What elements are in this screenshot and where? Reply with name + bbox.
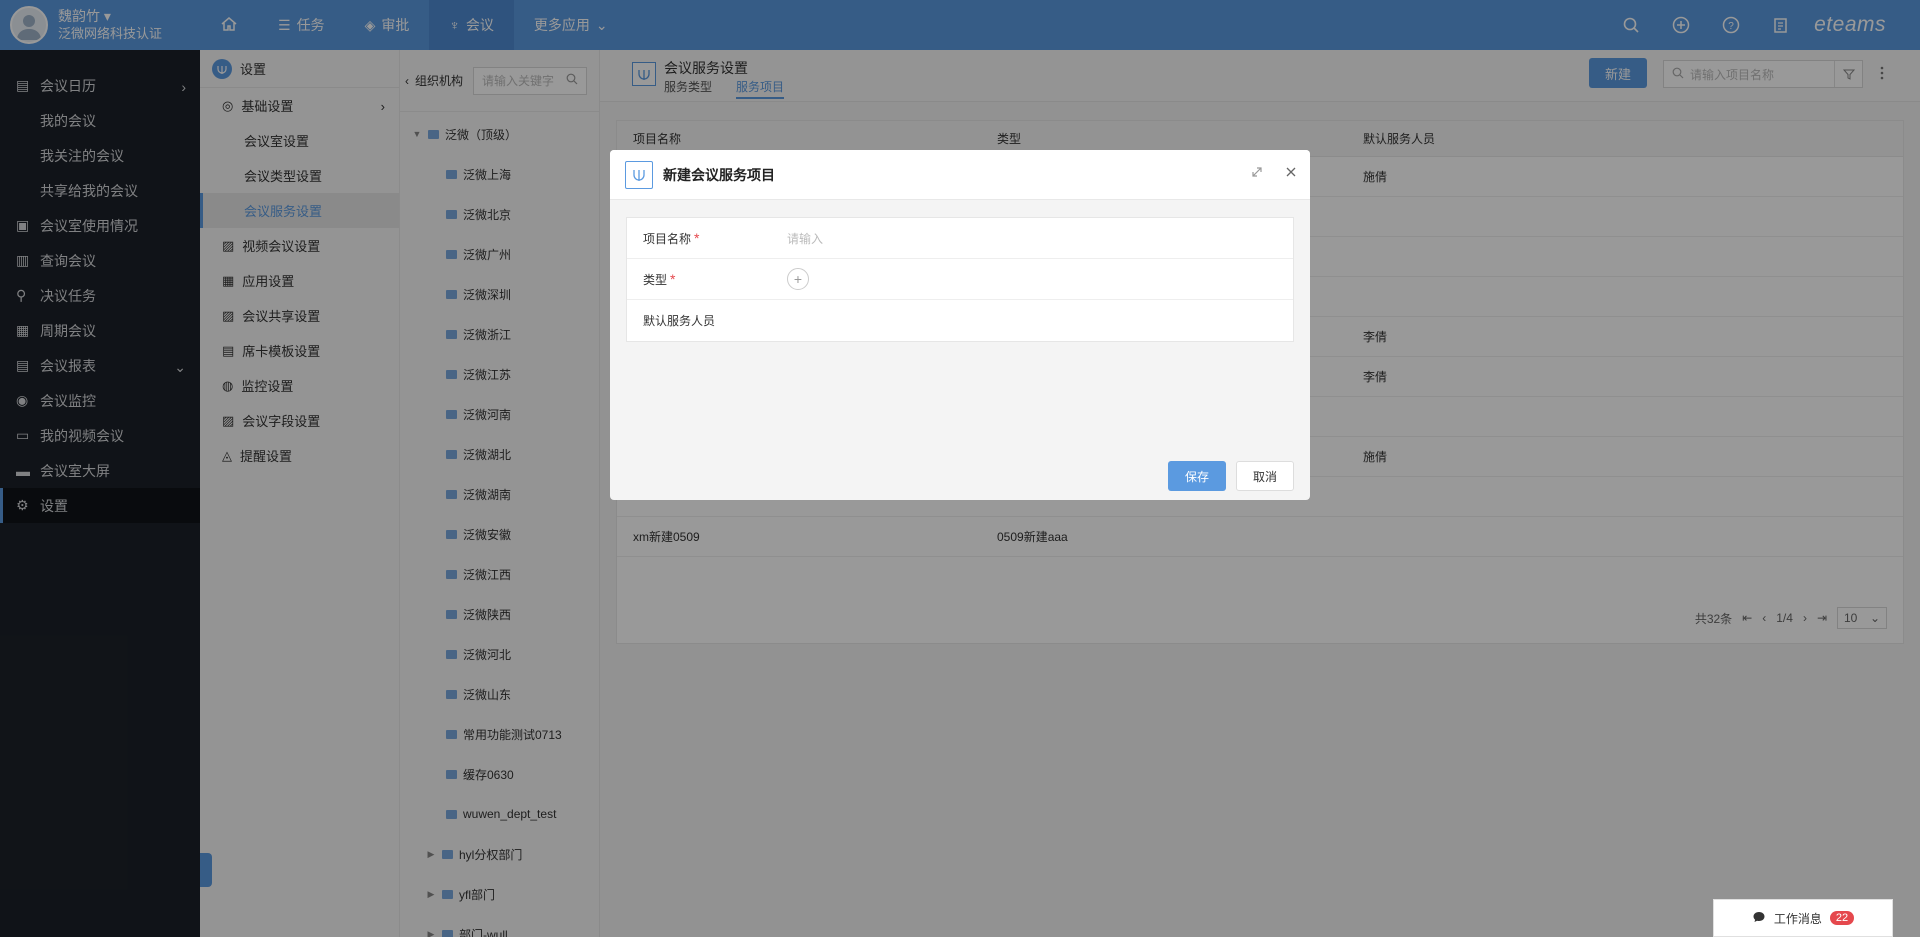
add-type-button[interactable]: + — [787, 268, 809, 290]
unread-badge: 22 — [1829, 911, 1855, 925]
save-button[interactable]: 保存 — [1168, 461, 1226, 491]
form-row-default-staff: 默认服务人员 — [627, 300, 1293, 341]
dialog-title: 新建会议服务项目 — [663, 166, 775, 183]
meeting-icon — [625, 160, 653, 189]
expand-icon[interactable] — [1250, 165, 1264, 182]
required-mark: * — [670, 270, 676, 287]
plus-icon: + — [793, 271, 803, 287]
dialog-form: 项目名称 * 请输入 类型 * + 默认服务人员 — [626, 217, 1294, 342]
default-staff-input[interactable] — [787, 301, 1293, 341]
field-label: 默认服务人员 — [643, 314, 716, 328]
required-mark: * — [694, 229, 700, 246]
new-service-item-dialog: 新建会议服务项目 项目名称 * 请输入 类型 * + 默认服务人员 保存 取消 — [610, 150, 1310, 500]
close-icon[interactable] — [1284, 165, 1298, 182]
dialog-actions — [1250, 165, 1298, 182]
field-label: 项目名称 — [643, 231, 692, 246]
work-messages-bar[interactable]: 工作消息 22 — [1713, 899, 1893, 937]
form-row-name: 项目名称 * 请输入 — [627, 218, 1293, 259]
chat-icon — [1752, 910, 1766, 927]
cancel-button[interactable]: 取消 — [1236, 461, 1294, 491]
dialog-header: 新建会议服务项目 — [610, 150, 1310, 200]
item-name-input[interactable]: 请输入 — [787, 230, 823, 247]
work-messages-label: 工作消息 — [1773, 911, 1822, 926]
form-row-type: 类型 * + — [627, 259, 1293, 300]
field-label: 类型 — [643, 272, 668, 287]
